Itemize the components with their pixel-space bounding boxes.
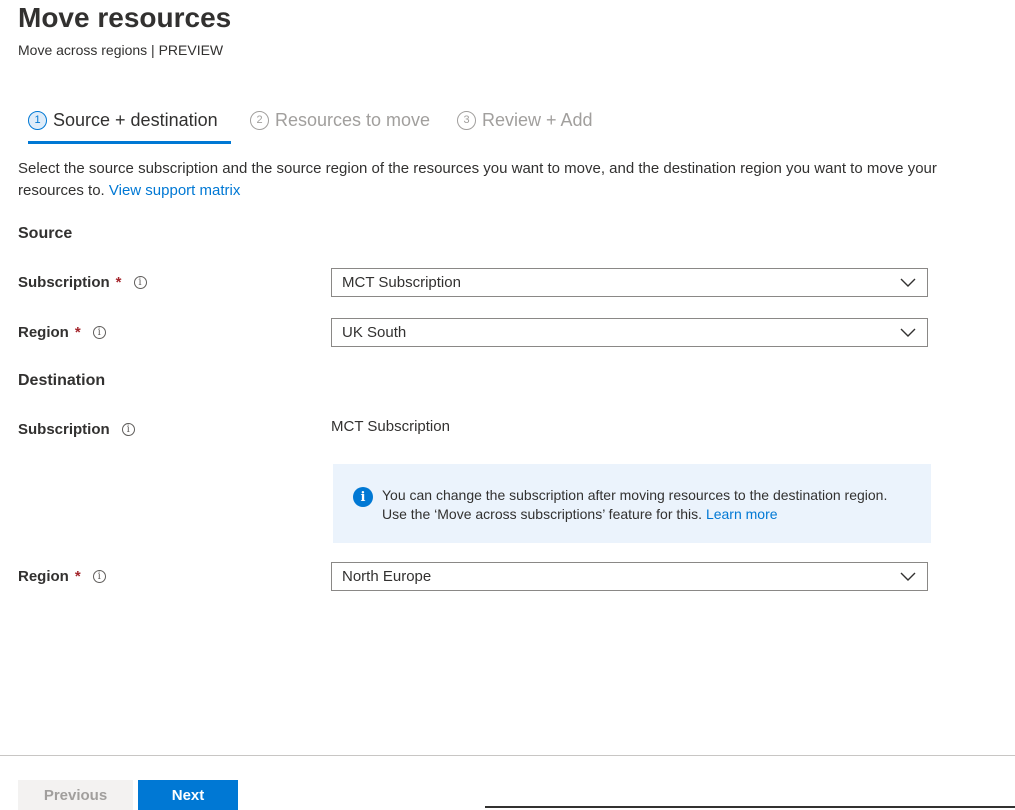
page-subtitle: Move across regions | PREVIEW [18, 42, 224, 58]
info-icon[interactable]: i [133, 276, 147, 289]
info-banner-message: You can change the subscription after mo… [382, 487, 888, 522]
label-text: Subscription [18, 274, 110, 291]
info-icon[interactable]: i [92, 570, 106, 583]
info-icon[interactable]: i [92, 326, 106, 339]
step-source-destination[interactable]: 1 Source + destination [28, 104, 218, 136]
wizard-steps: 1 Source + destination 2 Resources to mo… [18, 104, 718, 144]
footer-divider [0, 755, 1015, 756]
dropdown-value: MCT Subscription [342, 274, 461, 291]
source-subscription-dropdown[interactable]: MCT Subscription [331, 268, 928, 297]
destination-heading: Destination [18, 372, 106, 389]
subscription-info-banner: i You can change the subscription after … [333, 464, 931, 543]
source-region-dropdown[interactable]: UK South [331, 318, 928, 347]
view-support-matrix-link[interactable]: View support matrix [109, 182, 240, 199]
bottom-edge-line [485, 806, 1015, 808]
chevron-down-icon [900, 278, 916, 287]
step-label: Review + Add [482, 109, 593, 130]
info-icon[interactable]: i [121, 423, 135, 436]
learn-more-link[interactable]: Learn more [706, 506, 778, 522]
step-number-badge: 3 [457, 110, 476, 130]
label-text: Region [18, 324, 69, 341]
chevron-down-icon [900, 328, 916, 337]
required-marker: * [74, 324, 81, 341]
active-step-indicator [28, 141, 231, 144]
destination-region-label: Region * i [18, 568, 106, 585]
label-text: Region [18, 568, 69, 585]
source-heading: Source [18, 225, 73, 242]
chevron-down-icon [900, 572, 916, 581]
destination-subscription-value: MCT Subscription [331, 418, 450, 435]
description: Select the source subscription and the s… [18, 158, 938, 202]
required-marker: * [115, 274, 122, 291]
dropdown-value: UK South [342, 324, 407, 341]
step-number-badge: 1 [28, 110, 47, 130]
next-button[interactable]: Next [138, 780, 238, 810]
source-subscription-label: Subscription * i [18, 274, 147, 291]
step-review-add[interactable]: 3 Review + Add [457, 104, 593, 136]
destination-region-dropdown[interactable]: North Europe [331, 562, 928, 591]
info-banner-text: You can change the subscription after mo… [382, 486, 902, 524]
page-title: Move resources [18, 2, 232, 33]
destination-subscription-label: Subscription i [18, 421, 135, 438]
label-text: Subscription [18, 421, 110, 438]
source-region-label: Region * i [18, 324, 106, 341]
step-resources-to-move[interactable]: 2 Resources to move [250, 104, 430, 136]
dropdown-value: North Europe [342, 568, 432, 585]
step-label: Resources to move [275, 109, 431, 130]
info-circle-icon: i [353, 487, 373, 507]
step-label: Source + destination [53, 109, 218, 130]
required-marker: * [74, 568, 81, 585]
step-number-badge: 2 [250, 110, 269, 130]
previous-button[interactable]: Previous [18, 780, 133, 810]
